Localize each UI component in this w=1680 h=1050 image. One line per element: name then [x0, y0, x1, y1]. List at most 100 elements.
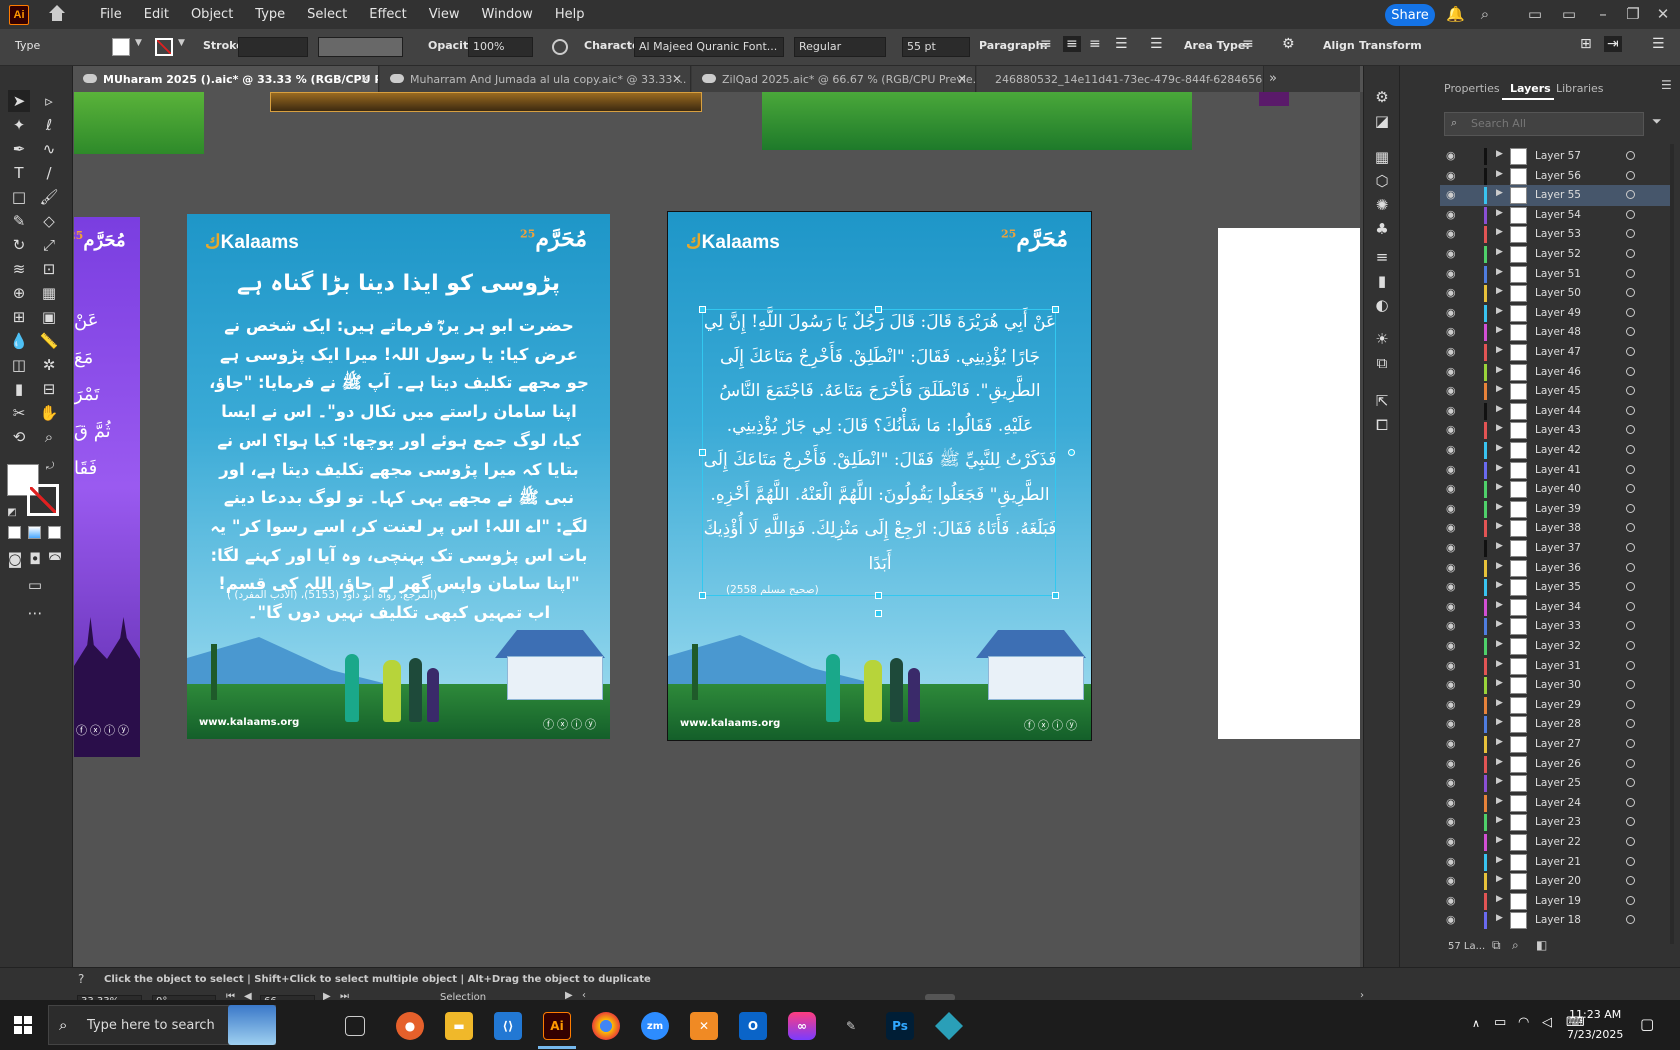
hand-tool-icon[interactable]: ✋ — [38, 402, 60, 424]
expand-arrow-icon[interactable]: ▶ — [1496, 404, 1503, 414]
layer-target-icon[interactable] — [1626, 366, 1635, 376]
layer-target-icon[interactable] — [1626, 288, 1635, 298]
expand-arrow-icon[interactable]: ▶ — [1496, 423, 1503, 433]
layer-row[interactable]: ◉ ▶ Layer 50 — [1440, 283, 1670, 304]
chevron-down-icon[interactable]: ▼ — [135, 38, 142, 48]
type-tool-icon[interactable]: T — [8, 162, 30, 184]
text-direction-icon[interactable]: ⇥ — [1604, 36, 1622, 52]
expand-arrow-icon[interactable]: ▶ — [1496, 502, 1503, 512]
screen-mode-icon[interactable]: ▭ — [24, 574, 46, 596]
none-mode-icon[interactable] — [48, 526, 61, 539]
layer-row[interactable]: ◉ ▶ Layer 39 — [1440, 499, 1670, 520]
rectangle-tool-icon[interactable]: □ — [8, 186, 30, 208]
layer-row[interactable]: ◉ ▶ Layer 31 — [1440, 656, 1670, 677]
pen-app-icon[interactable]: ✎ — [837, 1012, 865, 1040]
properties-panel-icon[interactable]: ⚙ — [1371, 86, 1393, 108]
expand-arrow-icon[interactable]: ▶ — [1496, 541, 1503, 551]
creative-cloud-icon[interactable]: ∞ — [788, 1012, 816, 1040]
eraser-tool-icon[interactable]: ◇ — [38, 210, 60, 232]
menu-object[interactable]: Object — [180, 7, 244, 22]
layer-target-icon[interactable] — [1626, 307, 1635, 317]
layer-row[interactable]: ◉ ▶ Layer 42 — [1440, 440, 1670, 461]
layer-target-icon[interactable] — [1626, 895, 1635, 905]
layer-row[interactable]: ◉ ▶ Layer 34 — [1440, 597, 1670, 618]
swap-colors-icon[interactable]: ⤾ — [43, 460, 57, 474]
align-link[interactable]: Align — [1323, 39, 1355, 52]
visibility-eye-icon[interactable]: ◉ — [1446, 698, 1456, 711]
tabs-overflow-icon[interactable]: » — [1269, 71, 1277, 86]
expand-arrow-icon[interactable]: ▶ — [1496, 796, 1503, 806]
panel-menu-icon[interactable]: ☰ — [1661, 78, 1672, 92]
layer-row[interactable]: ◉ ▶ Layer 44 — [1440, 401, 1670, 422]
visibility-eye-icon[interactable]: ◉ — [1446, 365, 1456, 378]
layer-row[interactable]: ◉ ▶ Layer 26 — [1440, 754, 1670, 775]
paintbrush-tool-icon[interactable]: 🖌 — [38, 186, 60, 208]
draw-inside-icon[interactable]: ◚ — [44, 548, 66, 570]
layers-scrollbar[interactable] — [1670, 144, 1674, 944]
arrange-icon[interactable]: ▭ — [1560, 5, 1578, 23]
layer-target-icon[interactable] — [1626, 680, 1635, 690]
visibility-eye-icon[interactable]: ◉ — [1446, 796, 1456, 809]
layer-row[interactable]: ◉ ▶ Layer 19 — [1440, 891, 1670, 912]
visibility-eye-icon[interactable]: ◉ — [1446, 208, 1456, 221]
layer-target-icon[interactable] — [1626, 699, 1635, 709]
firefox-icon[interactable]: ● — [396, 1012, 424, 1040]
layer-row[interactable]: ◉ ▶ Layer 29 — [1440, 695, 1670, 716]
layer-target-icon[interactable] — [1626, 170, 1635, 180]
visibility-eye-icon[interactable]: ◉ — [1446, 855, 1456, 868]
expand-arrow-icon[interactable]: ▶ — [1496, 757, 1503, 767]
visibility-eye-icon[interactable]: ◉ — [1446, 188, 1456, 201]
minimize-icon[interactable]: – — [1594, 5, 1612, 23]
layer-row[interactable]: ◉ ▶ Layer 33 — [1440, 616, 1670, 637]
selection-handle[interactable] — [699, 592, 706, 599]
expand-arrow-icon[interactable]: ▶ — [1496, 227, 1503, 237]
shaper-tool-icon[interactable]: ✎ — [8, 210, 30, 232]
expand-arrow-icon[interactable]: ▶ — [1496, 815, 1503, 825]
expand-arrow-icon[interactable]: ▶ — [1496, 365, 1503, 375]
gradient-mode-icon[interactable] — [28, 526, 41, 539]
draw-behind-icon[interactable]: ◘ — [24, 548, 46, 570]
stroke-panel-icon[interactable]: ≡ — [1371, 246, 1393, 268]
windows-start-icon[interactable] — [14, 1016, 32, 1034]
layer-row[interactable]: ◉ ▶ Layer 25 — [1440, 773, 1670, 794]
visibility-eye-icon[interactable]: ◉ — [1446, 874, 1456, 887]
layer-target-icon[interactable] — [1626, 837, 1635, 846]
color-mode-icon[interactable] — [8, 526, 21, 539]
selection-handle[interactable] — [699, 306, 706, 313]
layer-row[interactable]: ◉ ▶ Layer 27 — [1440, 734, 1670, 755]
expand-arrow-icon[interactable]: ▶ — [1496, 659, 1503, 669]
area-type-icon[interactable]: ≡ — [1242, 36, 1254, 52]
layer-target-icon[interactable] — [1626, 797, 1635, 807]
help-icon[interactable]: ? — [78, 972, 84, 986]
tab-layers[interactable]: Layers — [1510, 82, 1551, 95]
visibility-eye-icon[interactable]: ◉ — [1446, 267, 1456, 280]
file-explorer-icon[interactable]: ▬ — [445, 1012, 473, 1040]
rotate-tool-icon[interactable]: ↻ — [8, 234, 30, 256]
collect-export-icon[interactable]: ⧉ — [1492, 938, 1501, 953]
pen-tool-icon[interactable]: ✒ — [8, 138, 30, 160]
transform-link[interactable]: Transform — [1359, 39, 1422, 52]
layer-target-icon[interactable] — [1626, 229, 1635, 239]
layer-target-icon[interactable] — [1626, 641, 1635, 650]
layer-target-icon[interactable] — [1626, 503, 1635, 513]
make-clipping-mask-icon[interactable]: ◧ — [1536, 938, 1547, 952]
layer-target-icon[interactable] — [1626, 621, 1635, 631]
layer-row[interactable]: ◉ ▶ Layer 48 — [1440, 322, 1670, 343]
layer-target-icon[interactable] — [1626, 562, 1635, 572]
expand-arrow-icon[interactable]: ▶ — [1496, 855, 1503, 865]
line-tool-icon[interactable]: / — [38, 162, 60, 184]
layer-target-icon[interactable] — [1626, 856, 1635, 866]
tab-zilqad-2025[interactable]: ZilQad 2025.aic* @ 66.67 % (RGB/CPU Prev… — [692, 66, 976, 92]
layer-target-icon[interactable] — [1626, 327, 1635, 337]
layer-row[interactable]: ◉ ▶ Layer 47 — [1440, 342, 1670, 363]
layer-row[interactable]: ◉ ▶ Layer 38 — [1440, 518, 1670, 539]
layer-target-icon[interactable] — [1626, 876, 1635, 886]
direct-selection-tool-icon[interactable]: ▹ — [38, 90, 60, 112]
expand-arrow-icon[interactable]: ▶ — [1496, 208, 1503, 218]
visibility-eye-icon[interactable]: ◉ — [1446, 737, 1456, 750]
layer-target-icon[interactable] — [1626, 915, 1635, 925]
slice-tool-icon[interactable]: ✂ — [8, 402, 30, 424]
bell-icon[interactable]: 🔔 — [1446, 5, 1465, 23]
expand-arrow-icon[interactable]: ▶ — [1496, 247, 1503, 257]
stroke-swatch[interactable] — [155, 38, 173, 56]
